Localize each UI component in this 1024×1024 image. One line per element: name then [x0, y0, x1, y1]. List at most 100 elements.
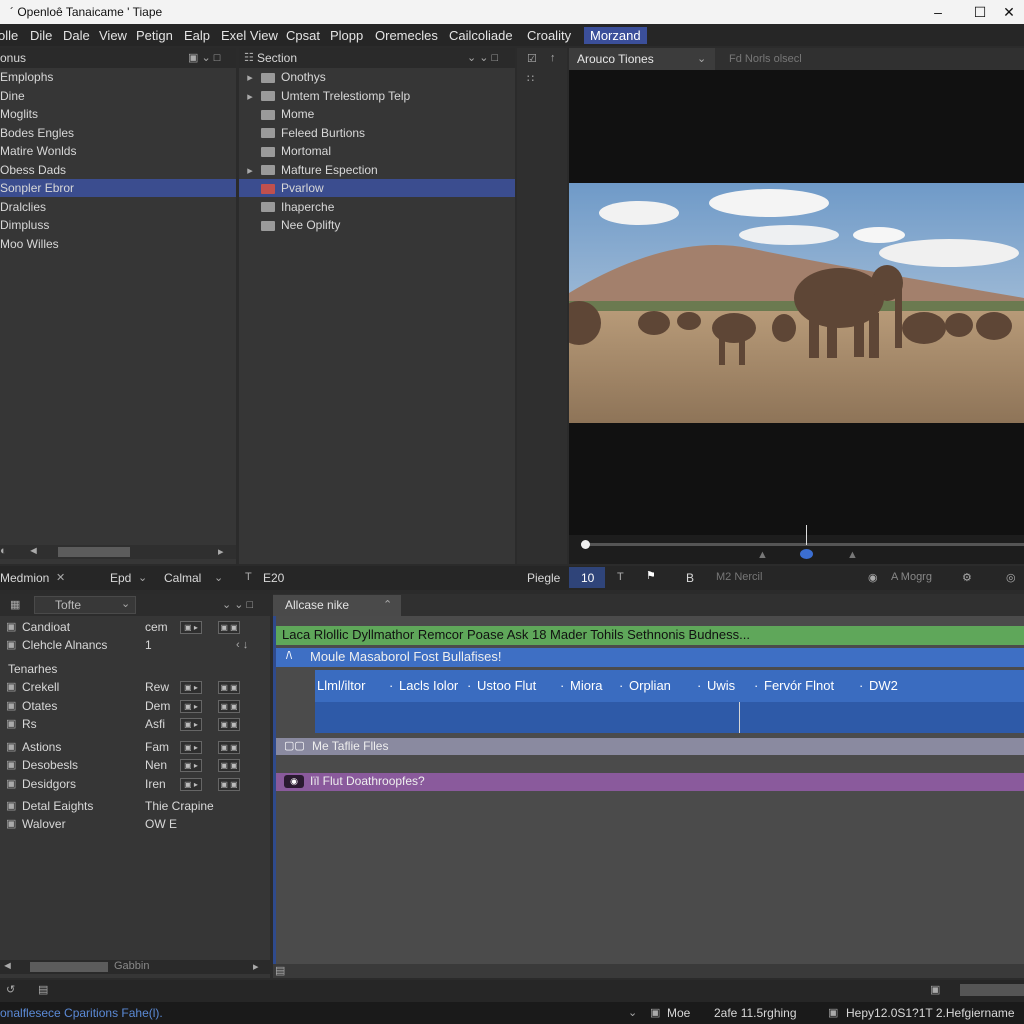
calmal-label[interactable]: Calmal — [164, 571, 201, 585]
left-list-item[interactable]: Bodes Engles — [0, 124, 236, 142]
props-row-value[interactable]: Nen — [145, 756, 167, 774]
left-list-item[interactable]: Obess Dads — [0, 161, 236, 179]
row-toggle-button[interactable]: ▣ ▸ — [180, 681, 202, 694]
marker-icon[interactable] — [800, 549, 813, 559]
zoom-slider[interactable] — [960, 984, 1024, 996]
type-icon[interactable]: T — [617, 571, 624, 583]
menu-item-view[interactable]: View — [99, 28, 127, 43]
minimize-icon[interactable]: – — [927, 3, 949, 21]
section-list-item[interactable]: ▸ Onothys — [239, 68, 515, 86]
row-toggle-button[interactable]: ▣ ▸ — [180, 741, 202, 754]
track-blue[interactable]: /\ Moule Masaborol Fost Bullafises! — [276, 648, 1024, 667]
expand-arrow-icon[interactable]: ▸ — [239, 69, 261, 87]
clip-label[interactable]: Miora — [570, 678, 603, 693]
section-list-item[interactable]: ▸ Umtem Trelestiomp Telp — [239, 87, 515, 105]
chevron-down-icon-3[interactable]: ⌄ — [214, 571, 223, 584]
pin-icon[interactable]: ☑ — [527, 52, 537, 65]
clip-label[interactable]: Ustoo Flut — [477, 678, 536, 693]
flag-icon[interactable]: ⚑ — [646, 569, 656, 582]
left-list-item[interactable]: Moo Willes — [0, 235, 236, 253]
menu-item-file[interactable]: olle — [0, 28, 18, 43]
track-green[interactable]: Laca Rlollic Dyllmathor Remcor Poase Ask… — [276, 626, 1024, 645]
menu-item-plopp[interactable]: Plopp — [330, 28, 363, 43]
left-list-item[interactable]: Moglits — [0, 105, 236, 123]
props-row-value[interactable]: OW E — [145, 815, 177, 833]
left-list-item[interactable]: Dimpluss — [0, 216, 236, 234]
expand-arrow-icon[interactable]: ▸ — [239, 162, 261, 180]
left-list-item[interactable]: Sonpler Ebror — [0, 179, 236, 197]
props-scroll-thumb[interactable] — [30, 962, 108, 972]
stepper-icon[interactable]: ‹ ↓ — [236, 636, 248, 654]
timeline-tab[interactable]: Allcase nike ⌃ — [273, 595, 401, 616]
row-options-button[interactable]: ▣ ▣ — [218, 718, 240, 731]
panel-menu-icon[interactable]: ▣ ⌄ □ — [188, 51, 220, 64]
section-list-item[interactable]: Mortomal — [239, 142, 515, 160]
timeline-scroll-icon[interactable]: ▤ — [275, 964, 285, 977]
menu-item-exel-view[interactable]: Exel View — [221, 28, 278, 43]
clip-label[interactable]: Llml/iltor — [317, 678, 365, 693]
status-chevron-icon[interactable]: ⌄ — [628, 1006, 637, 1019]
section-list-item[interactable]: Nee Oplifty — [239, 216, 515, 234]
left-list-item[interactable]: Dralclies — [0, 198, 236, 216]
track-purple[interactable]: ◉ Iïl Flut Doathroopfes? — [276, 773, 1024, 791]
eye-icon[interactable]: ◉ — [284, 775, 304, 788]
clip-label[interactable]: DW2 — [869, 678, 898, 693]
left-scrollbar[interactable]: ◐ ◄ ▸ — [0, 545, 236, 559]
scroll-right-icon[interactable]: ▸ — [218, 545, 224, 558]
page-field[interactable]: 10 — [569, 567, 605, 588]
left-list-item[interactable]: Matire Wonlds — [0, 142, 236, 160]
row-options-button[interactable]: ▣ ▣ — [218, 741, 240, 754]
row-toggle-button[interactable]: ▣ ▸ — [180, 778, 202, 791]
row-options-button[interactable]: ▣ ▣ — [218, 700, 240, 713]
gear-icon[interactable]: ⚙ — [962, 571, 972, 584]
layout-icon[interactable]: ▣ — [930, 983, 940, 996]
section-list-item[interactable]: Pvarlow — [239, 179, 515, 197]
props-scrollbar[interactable]: ◄ Gabbin ▸ — [0, 960, 270, 974]
row-options-button[interactable]: ▣ ▣ — [218, 778, 240, 791]
menu-item-cpsat[interactable]: Cpsat — [286, 28, 320, 43]
props-row-value[interactable]: Iren — [145, 775, 166, 793]
chevron-down-icon-4[interactable]: ⌄ — [121, 597, 130, 610]
track-gray[interactable]: ▢▢ Me Taflie Flles — [276, 738, 1024, 755]
clip-label[interactable]: Lacls Iolor — [399, 678, 458, 693]
menu-item-dale[interactable]: Dale — [63, 28, 90, 43]
row-options-button[interactable]: ▣ ▣ — [218, 681, 240, 694]
menu-item-dile[interactable]: Dile — [30, 28, 52, 43]
scrubber-track[interactable] — [581, 543, 1024, 546]
props-row-value[interactable]: Rew — [145, 678, 169, 696]
menu-item-morzand[interactable]: Morzand — [584, 27, 647, 44]
clip-label[interactable]: Fervór Flnot — [764, 678, 834, 693]
section-panel-menu-icon[interactable]: ⌄ ⌄ □ — [467, 51, 498, 64]
row-toggle-button[interactable]: ▣ ▸ — [180, 621, 202, 634]
grid-icon[interactable]: ∷ — [527, 72, 534, 85]
props-dropdown[interactable]: Tofte ⌄ — [34, 596, 136, 614]
maximize-icon[interactable]: ☐ — [969, 3, 991, 21]
chevron-down-icon-2[interactable]: ⌄ — [138, 571, 147, 584]
b-label[interactable]: B — [686, 571, 694, 585]
props-menu-icon[interactable]: ⌄ ⌄ □ — [222, 598, 253, 611]
menu-item-oremecles[interactable]: Oremecles — [375, 28, 438, 43]
clip-label[interactable]: Uwis — [707, 678, 735, 693]
chevron-down-icon[interactable]: ⌄ — [697, 52, 706, 65]
section-list-item[interactable]: ▸ Mafture Espection — [239, 161, 515, 179]
row-toggle-button[interactable]: ▣ ▸ — [180, 759, 202, 772]
props-row-value[interactable]: cem — [145, 618, 168, 636]
clip-strip[interactable]: Llml/iltor Lacls Iolor · Ustoo Flut · Miora · O… — [315, 670, 1024, 733]
props-row-value[interactable]: Fam — [145, 738, 169, 756]
viewer-tab-inactive[interactable]: Fd Norls olsecl — [729, 53, 802, 65]
menu-item-petign[interactable]: Petign — [136, 28, 173, 43]
props-row-value[interactable]: Thie Crapine — [145, 797, 214, 815]
row-toggle-button[interactable]: ▣ ▸ — [180, 718, 202, 731]
epd-label[interactable]: Epd — [110, 571, 131, 585]
section-list-item[interactable]: Mome — [239, 105, 515, 123]
props-row-value[interactable]: Dem — [145, 697, 170, 715]
settings-icon[interactable]: ◎ — [1006, 571, 1016, 584]
refresh-icon[interactable]: ↺ — [6, 983, 15, 996]
menu-item-ealp[interactable]: Ealp — [184, 28, 210, 43]
text-tool-icon[interactable]: T — [245, 571, 252, 583]
row-toggle-button[interactable]: ▣ ▸ — [180, 700, 202, 713]
left-list-item[interactable]: Emplophs — [0, 68, 236, 86]
section-list-item[interactable]: Feleed Burtions — [239, 124, 515, 142]
row-options-button[interactable]: ▣ ▣ — [218, 759, 240, 772]
trash-icon[interactable]: ▤ — [38, 983, 48, 996]
